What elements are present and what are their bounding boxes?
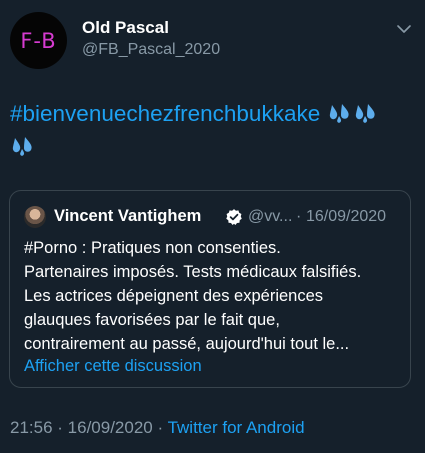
show-thread-link[interactable]: Afficher cette discussion [24, 357, 202, 376]
avatar-logo-text: F-B [20, 28, 57, 53]
quoted-tweet[interactable]: Vincent Vantighem @vv... · 16/09/2020 #P… [9, 190, 411, 388]
tweet-text: #bienvenuechezfrenchbukkake [10, 97, 415, 163]
droplet-icon [12, 137, 32, 156]
tweet-card: F-B Old Pascal @FB_Pascal_2020 #bienvenu… [0, 0, 425, 453]
quoted-author-handle: @vv... [248, 208, 293, 225]
author-avatar[interactable]: F-B [10, 12, 67, 69]
tweet-source-link[interactable]: Twitter for Android [168, 418, 305, 437]
tweet-date: 16/09/2020 [67, 418, 153, 437]
separator-dot: · [152, 418, 168, 437]
tweet-time: 21:56 [10, 418, 53, 437]
chevron-down-icon[interactable] [395, 20, 413, 38]
tweet-meta: 21:56 · 16/09/2020 · Twitter for Android [10, 418, 305, 438]
hashtag-link[interactable]: #bienvenuechezfrenchbukkake [10, 101, 320, 126]
droplet-icon [355, 104, 375, 123]
verified-badge-icon [226, 209, 242, 225]
quoted-author-avatar [24, 206, 46, 228]
quoted-author-name: Vincent Vantighem [54, 207, 202, 225]
separator-dot: · [296, 208, 302, 225]
sweat-droplets-emoji [10, 135, 36, 157]
sweat-droplets-emoji [327, 102, 379, 124]
quoted-tweet-text: #Porno : Pratiques non consenties. Parte… [24, 239, 362, 353]
author-handle[interactable]: @FB_Pascal_2020 [82, 41, 220, 59]
quoted-tweet-date: 16/09/2020 [306, 208, 387, 225]
separator-dot: · [52, 418, 68, 437]
author-name[interactable]: Old Pascal [82, 18, 169, 38]
droplet-icon [329, 104, 349, 123]
